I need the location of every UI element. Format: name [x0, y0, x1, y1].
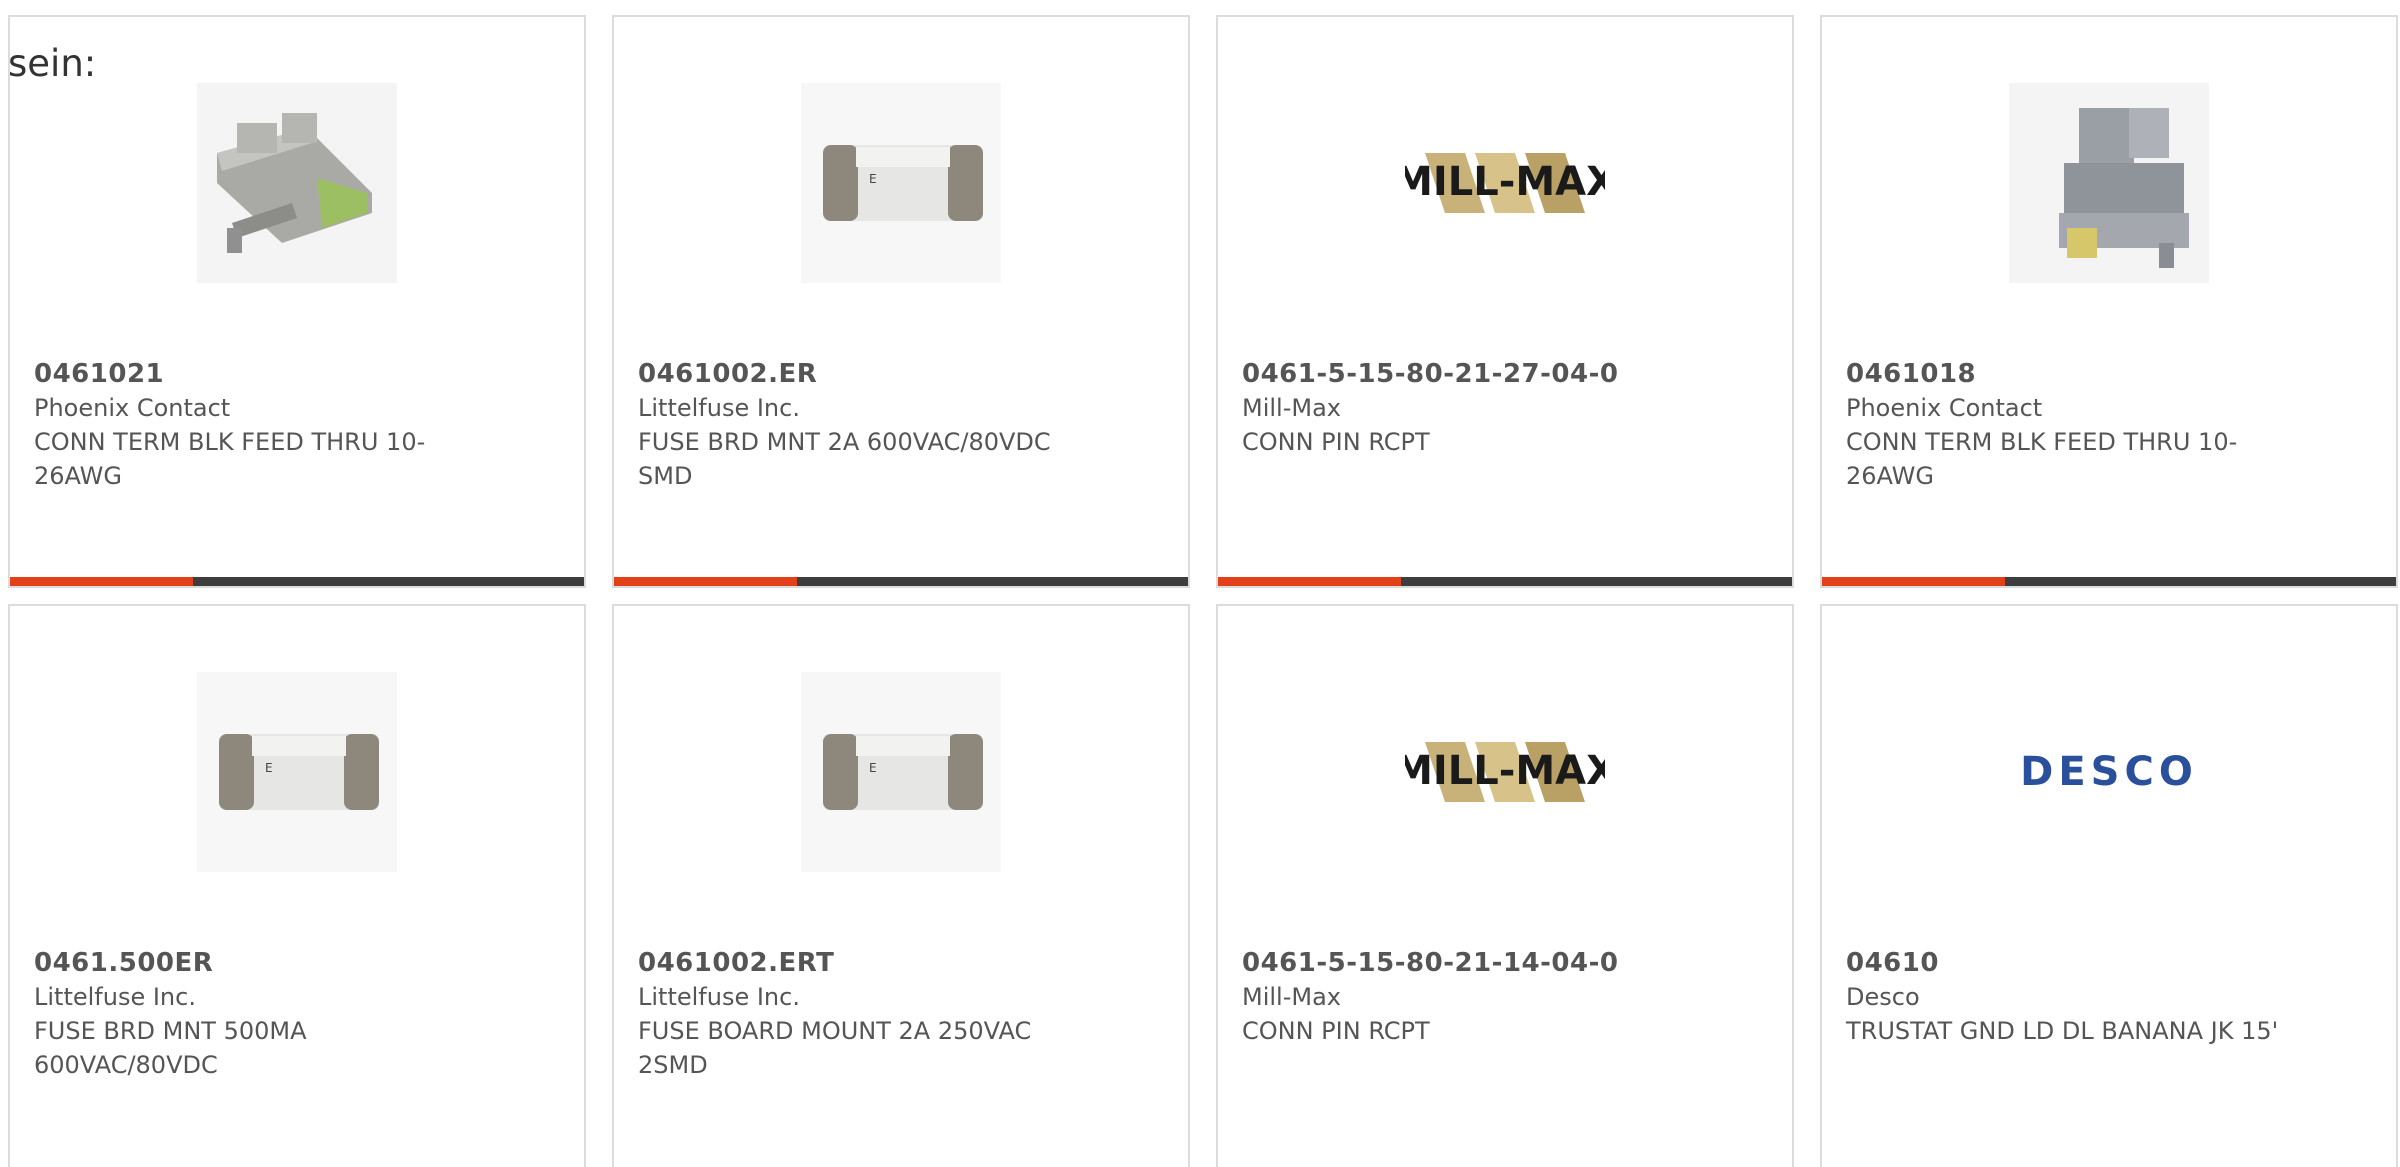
manufacturer: Desco	[1846, 983, 1920, 1011]
description: CONN PIN RCPT	[1242, 428, 1430, 456]
fuse-icon: E	[197, 672, 397, 872]
manufacturer: Phoenix Contact	[34, 394, 231, 422]
part-number[interactable]: 0461018	[1846, 357, 2286, 391]
description: FUSE BOARD MOUNT 2A 250VAC 2SMD	[638, 1017, 1032, 1079]
product-card[interactable]: 0461021 Phoenix Contact CONN TERM BLK FE…	[8, 15, 586, 588]
mill-max-logo-icon: MILL-MAX	[1405, 742, 1605, 802]
manufacturer: Phoenix Contact	[1846, 394, 2043, 422]
card-accent	[1822, 577, 2005, 586]
terminal-block-icon	[197, 83, 397, 283]
product-image: MILL-MAX	[1405, 672, 1605, 872]
part-number[interactable]: 0461002.ER	[638, 357, 1078, 391]
part-number[interactable]: 0461.500ER	[34, 946, 474, 980]
mill-max-logo-text: MILL-MAX	[1405, 159, 1605, 205]
product-image: E	[801, 83, 1001, 283]
part-number[interactable]: 0461002.ERT	[638, 946, 1078, 980]
product-info: 0461018 Phoenix Contact CONN TERM BLK FE…	[1846, 357, 2286, 493]
card-footer-bar	[1822, 577, 2396, 586]
product-grid: 0461021 Phoenix Contact CONN TERM BLK FE…	[8, 15, 2398, 1167]
product-info: 04610 Desco TRUSTAT GND LD DL BANANA JK …	[1846, 946, 2286, 1048]
mill-max-logo-icon: MILL-MAX	[1405, 153, 1605, 213]
description: TRUSTAT GND LD DL BANANA JK 15'	[1846, 1017, 2279, 1045]
description: CONN TERM BLK FEED THRU 10-26AWG	[1846, 428, 2238, 490]
manufacturer: Mill-Max	[1242, 983, 1341, 1011]
svg-text:E: E	[869, 172, 877, 186]
product-image: E	[197, 672, 397, 872]
terminal-block-icon	[2009, 83, 2209, 283]
svg-text:E: E	[869, 761, 877, 775]
product-image	[197, 83, 397, 283]
product-card[interactable]: MILL-MAX 0461-5-15-80-21-27-04-0 Mill-Ma…	[1216, 15, 1794, 588]
card-accent	[1218, 577, 1401, 586]
product-image	[2009, 83, 2209, 283]
part-number[interactable]: 0461-5-15-80-21-14-04-0	[1242, 946, 1682, 980]
description: FUSE BRD MNT 500MA 600VAC/80VDC	[34, 1017, 307, 1079]
product-info: 0461.500ER Littelfuse Inc. FUSE BRD MNT …	[34, 946, 474, 1082]
product-grid-page: sein: 0461021 Phoenix Contact CONN TERM …	[0, 0, 2400, 1167]
product-card[interactable]: DESCO 04610 Desco TRUSTAT GND LD DL BANA…	[1820, 604, 2398, 1167]
card-accent	[614, 577, 797, 586]
description: CONN PIN RCPT	[1242, 1017, 1430, 1045]
part-number[interactable]: 04610	[1846, 946, 2286, 980]
product-info: 0461-5-15-80-21-14-04-0 Mill-Max CONN PI…	[1242, 946, 1682, 1048]
mill-max-logo-text: MILL-MAX	[1405, 748, 1605, 794]
manufacturer: Mill-Max	[1242, 394, 1341, 422]
product-card[interactable]: 0461018 Phoenix Contact CONN TERM BLK FE…	[1820, 15, 2398, 588]
card-accent	[10, 577, 193, 586]
manufacturer: Littelfuse Inc.	[638, 983, 800, 1011]
part-number[interactable]: 0461-5-15-80-21-27-04-0	[1242, 357, 1682, 391]
product-info: 0461-5-15-80-21-27-04-0 Mill-Max CONN PI…	[1242, 357, 1682, 459]
manufacturer: Littelfuse Inc.	[34, 983, 196, 1011]
product-card[interactable]: E 0461002.ER Littelfuse Inc. FUSE BRD MN…	[612, 15, 1190, 588]
product-info: 0461002.ER Littelfuse Inc. FUSE BRD MNT …	[638, 357, 1078, 493]
card-footer-bar	[614, 577, 1188, 586]
product-card[interactable]: MILL-MAX 0461-5-15-80-21-14-04-0 Mill-Ma…	[1216, 604, 1794, 1167]
part-number[interactable]: 0461021	[34, 357, 474, 391]
product-card[interactable]: E 0461.500ER Littelfuse Inc. FUSE BRD MN…	[8, 604, 586, 1167]
card-footer-bar	[10, 577, 584, 586]
description: CONN TERM BLK FEED THRU 10-26AWG	[34, 428, 426, 490]
description: FUSE BRD MNT 2A 600VAC/80VDC SMD	[638, 428, 1051, 490]
intro-text: sein:	[8, 42, 97, 85]
card-footer-bar	[1218, 577, 1792, 586]
product-card[interactable]: E 0461002.ERT Littelfuse Inc. FUSE BOARD…	[612, 604, 1190, 1167]
desco-logo: DESCO	[2020, 749, 2198, 795]
product-image: MILL-MAX	[1405, 83, 1605, 283]
fuse-icon: E	[801, 83, 1001, 283]
product-image: E	[801, 672, 1001, 872]
manufacturer: Littelfuse Inc.	[638, 394, 800, 422]
product-image: DESCO	[2009, 672, 2209, 872]
fuse-icon: E	[801, 672, 1001, 872]
product-info: 0461021 Phoenix Contact CONN TERM BLK FE…	[34, 357, 474, 493]
product-info: 0461002.ERT Littelfuse Inc. FUSE BOARD M…	[638, 946, 1078, 1082]
svg-text:E: E	[265, 761, 273, 775]
